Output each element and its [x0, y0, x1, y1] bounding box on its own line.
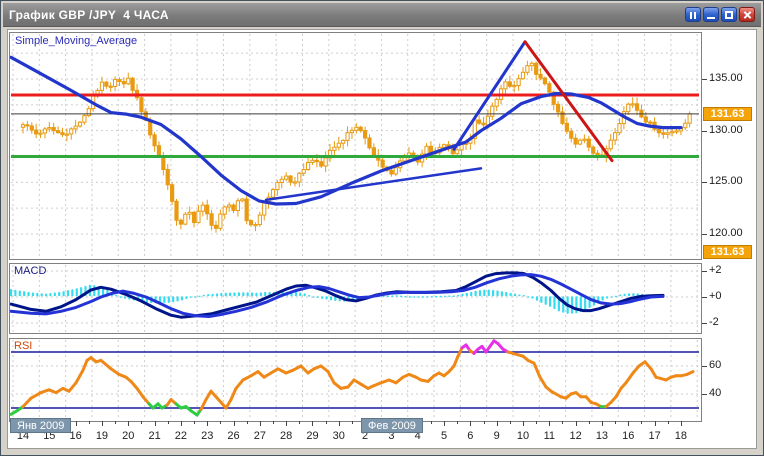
date-tick: [444, 421, 445, 426]
price-chart-panel: Simple_Moving_Average: [9, 32, 702, 260]
axis-label: +2: [709, 264, 722, 276]
date-minor-tick: [247, 421, 248, 424]
macd-canvas[interactable]: [10, 264, 701, 333]
date-minor-tick: [141, 421, 142, 424]
axis-tick: [702, 234, 707, 235]
axis-label: 60: [709, 359, 721, 371]
date-label: 27: [254, 430, 266, 442]
axis-tick: [702, 271, 707, 272]
axis-tick: [702, 297, 707, 298]
month-badge: Фев 2009: [361, 418, 423, 433]
date-axis: 1415161920212223262728293023456910111213…: [9, 421, 703, 449]
date-tick: [628, 421, 629, 426]
date-tick: [602, 421, 603, 426]
month-badge: Янв 2009: [10, 418, 71, 433]
date-label: 28: [280, 430, 292, 442]
date-minor-tick: [615, 421, 616, 424]
axis-label: 120.00: [709, 227, 743, 239]
date-tick: [681, 421, 682, 426]
price-chart-canvas[interactable]: [10, 33, 701, 259]
axis-tick: [702, 182, 707, 183]
date-minor-tick: [589, 421, 590, 424]
date-minor-tick: [457, 421, 458, 424]
axis-label: 135.00: [709, 72, 743, 84]
date-tick: [339, 421, 340, 426]
date-minor-tick: [562, 421, 563, 424]
date-minor-tick: [536, 421, 537, 424]
axis-label: -2: [709, 316, 719, 328]
date-minor-tick: [326, 421, 327, 424]
axis-tick: [702, 323, 707, 324]
axis-tick: [702, 394, 707, 395]
title-bar[interactable]: График GBP /JPY 4 ЧАСА: [3, 3, 761, 27]
date-minor-tick: [115, 421, 116, 424]
date-label: 19: [96, 430, 108, 442]
date-label: 6: [467, 430, 473, 442]
current-price-badge: 131.63: [703, 107, 752, 121]
date-label: 22: [175, 430, 187, 442]
axis-label: 125.00: [709, 175, 743, 187]
rsi-panel: RSI: [9, 338, 702, 422]
date-label: 12: [570, 430, 582, 442]
date-label: 13: [596, 430, 608, 442]
date-minor-tick: [220, 421, 221, 424]
rsi-canvas[interactable]: [10, 339, 701, 421]
axis-tick: [702, 366, 707, 367]
date-tick: [655, 421, 656, 426]
date-tick: [576, 421, 577, 426]
date-label: 18: [675, 430, 687, 442]
chart-window: График GBP /JPY 4 ЧАСА Simple_Moving_Ave…: [0, 0, 764, 456]
date-label: 29: [306, 430, 318, 442]
date-minor-tick: [352, 421, 353, 424]
date-minor-tick: [299, 421, 300, 424]
axis-tick: [702, 131, 707, 132]
date-minor-tick: [484, 421, 485, 424]
date-tick: [181, 421, 182, 426]
date-tick: [470, 421, 471, 426]
date-tick: [234, 421, 235, 426]
date-minor-tick: [89, 421, 90, 424]
date-tick: [155, 421, 156, 426]
axis-label: 40: [709, 387, 721, 399]
axis-label: 130.00: [709, 124, 743, 136]
date-tick: [523, 421, 524, 426]
date-tick: [128, 421, 129, 426]
price-axis: 135.00 130.00 125.00 120.00 +2 +0 -2 60 40 131.63…: [702, 1, 760, 456]
date-tick: [286, 421, 287, 426]
date-tick: [207, 421, 208, 426]
date-label: 16: [622, 430, 634, 442]
date-tick: [497, 421, 498, 426]
axis-label: +0: [709, 290, 722, 302]
date-label: 26: [227, 430, 239, 442]
date-label: 10: [517, 430, 529, 442]
pause-button[interactable]: [685, 7, 701, 22]
date-minor-tick: [273, 421, 274, 424]
date-label: 21: [148, 430, 160, 442]
window-title: График GBP /JPY 4 ЧАСА: [9, 8, 169, 22]
date-tick: [312, 421, 313, 426]
date-minor-tick: [668, 421, 669, 424]
date-label: 17: [648, 430, 660, 442]
macd-panel: MACD: [9, 263, 702, 334]
axis-tick: [702, 79, 707, 80]
date-label: 11: [544, 430, 555, 442]
date-label: 30: [333, 430, 345, 442]
date-label: 23: [201, 430, 213, 442]
date-tick: [260, 421, 261, 426]
date-tick: [102, 421, 103, 426]
date-label: 9: [494, 430, 500, 442]
current-price-badge: 131.63: [703, 245, 752, 259]
date-tick: [549, 421, 550, 426]
date-label: 5: [441, 430, 447, 442]
date-minor-tick: [194, 421, 195, 424]
date-minor-tick: [510, 421, 511, 424]
date-minor-tick: [641, 421, 642, 424]
date-label: 20: [122, 430, 134, 442]
date-minor-tick: [168, 421, 169, 424]
date-tick: [76, 421, 77, 426]
date-minor-tick: [431, 421, 432, 424]
